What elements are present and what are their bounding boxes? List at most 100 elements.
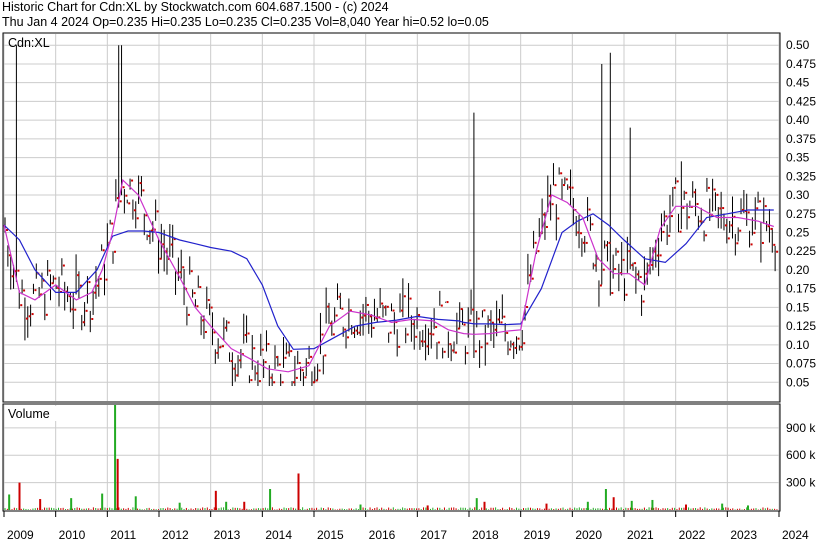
close-dot [580,232,583,235]
close-dot [724,224,727,227]
close-dot [642,300,645,303]
price-tick-label: 0.50 [786,38,810,52]
close-dot [659,254,662,257]
year-label: 2020 [575,528,602,542]
year-label: 2017 [420,528,447,542]
price-tick-label: 0.425 [786,94,816,108]
close-dot [520,345,523,348]
close-dot [193,292,196,295]
close-dot [426,345,429,348]
year-label: 2014 [265,528,292,542]
close-dot [557,217,560,220]
close-dot [307,361,310,364]
close-dot [267,342,270,345]
close-dot [71,308,74,311]
close-dot [335,314,338,317]
close-dot [327,305,330,308]
close-dot [699,220,702,223]
close-dot [401,309,404,312]
close-dot [352,331,355,334]
close-dot [324,354,327,357]
close-dot [51,282,54,285]
close-dot [551,203,554,206]
close-dot [409,297,412,300]
close-dot [705,234,708,237]
close-dot [99,277,102,280]
close-dot [295,376,298,379]
close-dot [74,308,77,311]
close-dot [403,295,406,298]
close-dot [420,340,423,343]
close-dot [270,376,273,379]
close-dot [594,264,597,267]
close-dot [511,343,514,346]
close-dot [62,264,65,267]
close-dot [284,356,287,359]
price-tick-label: 0.15 [786,300,810,314]
close-dot [503,315,506,318]
close-dot [693,191,696,194]
close-dot [114,250,117,253]
close-dot [565,178,568,181]
close-dot [554,184,557,187]
close-dot [28,315,31,318]
price-axis-labels: 0.05 0.075 0.10 0.125 0.15 0.175 0.20 0.225 0.25… [786,38,816,389]
volume-tick-label: 900 k [786,421,816,435]
close-dot [406,333,409,336]
close-dot [290,350,293,353]
close-dot [293,381,296,384]
close-dot [588,208,591,211]
close-dot [20,304,23,307]
close-dot [31,313,34,316]
close-dot [361,316,364,319]
close-dot [392,309,395,312]
close-dot [457,327,460,330]
price-tick-label: 0.25 [786,225,810,239]
year-label: 2010 [59,528,86,542]
year-label: 2015 [317,528,344,542]
close-dot [440,304,443,307]
year-label: 2021 [627,528,654,542]
close-dot [776,250,779,253]
close-dot [170,243,173,246]
year-label: 2016 [369,528,396,542]
close-dot [48,269,51,272]
close-dot [611,292,614,295]
close-dot [119,200,122,203]
close-dot [239,359,242,362]
close-dot [386,305,389,308]
close-dot [210,306,213,309]
close-dot [131,179,134,182]
price-panel-frame [2,32,781,403]
close-dot [207,299,210,302]
close-dot [736,242,739,245]
close-dot [412,322,415,325]
price-tick-label: 0.05 [786,375,810,389]
close-dot [756,207,759,210]
close-dot [608,241,611,244]
close-dot [156,210,159,213]
close-dot [636,273,639,276]
close-dot [517,337,520,340]
close-dot [673,186,676,189]
close-dot [585,241,588,244]
close-dot [773,243,776,246]
close-dot [665,215,668,218]
close-dot [233,367,236,370]
close-dot [301,369,304,372]
close-dot [602,268,605,271]
close-dot [545,225,548,228]
close-dot [190,270,193,273]
close-dot [332,333,335,336]
close-dot [102,249,105,252]
year-label: 2018 [472,528,499,542]
close-dot [250,379,253,382]
close-dot [91,317,94,320]
close-dot [543,213,546,216]
close-dot [125,194,128,197]
close-dot [366,303,369,306]
price-bars [4,45,776,387]
close-dot [472,308,475,311]
long-moving-average-line [3,209,774,350]
close-dot [605,244,608,247]
